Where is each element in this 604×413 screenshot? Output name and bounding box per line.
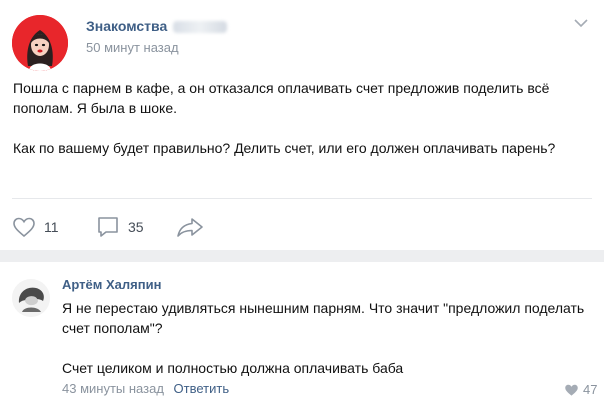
group-name[interactable]: Знакомства (86, 18, 228, 34)
comment-meta: 43 минуты назад Ответить (62, 381, 229, 396)
comment-paragraph: Я не перестаю удивляться нынешним парням… (62, 300, 585, 336)
like-button[interactable]: 11 (12, 213, 59, 241)
commenter-avatar-illustration (12, 279, 50, 317)
comment-time: 43 минуты назад (62, 381, 164, 396)
comment-icon (98, 217, 118, 237)
comment-text: Я не перестаю удивляться нынешним парням… (62, 298, 588, 378)
comment-card: Артём Халяпин Я не перестаю удивляться н… (0, 262, 604, 413)
reply-button[interactable]: Ответить (174, 381, 230, 396)
section-separator (0, 250, 604, 262)
group-name-label: Знакомства (86, 18, 168, 34)
comment-count: 35 (128, 219, 144, 235)
comment-button[interactable]: 35 (96, 213, 144, 241)
blurred-name-fragment (173, 21, 228, 34)
share-icon (177, 218, 203, 237)
post-time: 50 минут назад (86, 40, 179, 55)
like-count: 11 (44, 219, 59, 235)
post-divider (12, 198, 592, 199)
post-card: Знакомства 50 минут назад Пошла с парнем… (0, 0, 604, 250)
commenter-avatar[interactable] (12, 279, 50, 317)
group-avatar[interactable] (12, 15, 68, 71)
group-avatar-illustration (12, 15, 68, 71)
heart-icon (565, 384, 578, 396)
chevron-down-icon[interactable] (574, 18, 588, 28)
comment-paragraph: Счет целиком и полностью должна оплачива… (62, 360, 404, 376)
post-paragraph: Пошла с парнем в кафе, а он отказался оп… (13, 80, 550, 116)
comment-author[interactable]: Артём Халяпин (62, 277, 161, 292)
post-text: Пошла с парнем в кафе, а он отказался оп… (13, 78, 598, 158)
comment-like-button[interactable]: 47 (564, 382, 597, 397)
post-paragraph: Как по вашему будет правильно? Делить сч… (13, 140, 556, 156)
heart-icon (13, 217, 35, 238)
share-button[interactable] (176, 213, 204, 241)
comment-like-count: 47 (583, 382, 598, 397)
